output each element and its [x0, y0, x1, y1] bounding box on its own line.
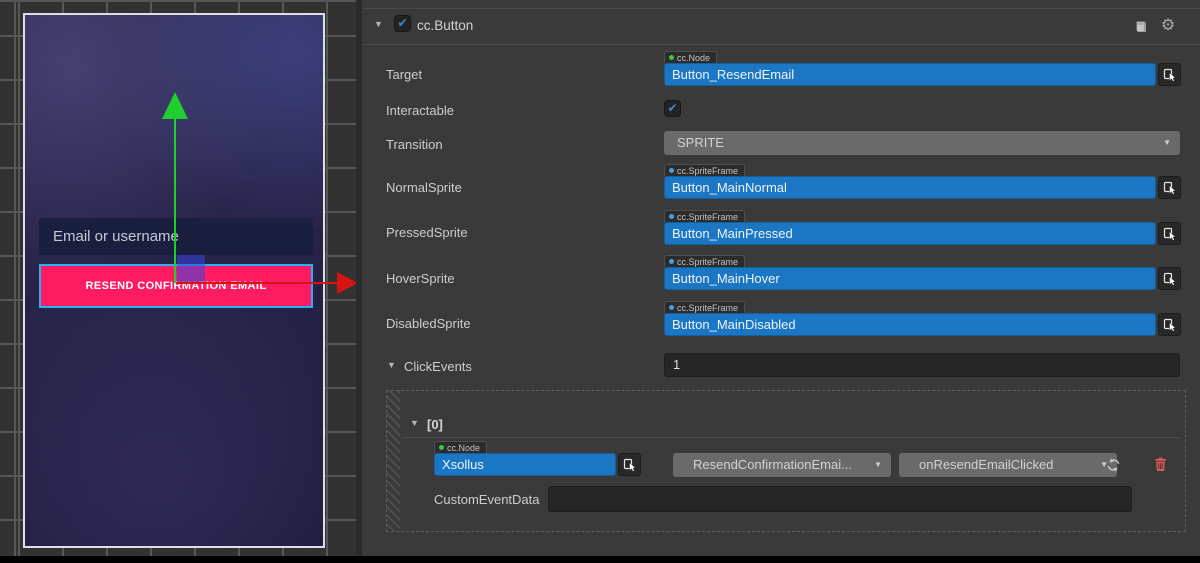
email-placeholder-text: Email or username — [53, 228, 179, 245]
resend-email-button-preview[interactable]: RESEND CONFIRMATION EMAIL — [39, 264, 313, 308]
normal-sprite-field[interactable]: Button_MainNormal — [664, 176, 1156, 199]
normal-sprite-ref: Button_MainNormal — [664, 176, 1181, 199]
scene-view[interactable]: Email or username RESEND CONFIRMATION EM… — [0, 0, 356, 563]
cocos-creator-editor: Email or username RESEND CONFIRMATION EM… — [0, 0, 1200, 563]
pressed-sprite-type-tag: cc.SpriteFrame — [664, 210, 745, 222]
gizmo-x-axis-line — [176, 282, 337, 284]
component-enabled-checkbox[interactable]: ✔ — [394, 15, 411, 32]
interactable-checkbox[interactable]: ✔ — [664, 100, 681, 117]
custom-event-data-label: CustomEventData — [434, 492, 540, 507]
trash-icon — [1154, 457, 1167, 472]
normal-sprite-type-tag: cc.SpriteFrame — [664, 164, 745, 176]
click-events-count-field[interactable]: 1 — [664, 353, 1180, 377]
separator — [362, 44, 1200, 45]
node-picker-cursor-icon — [1163, 318, 1177, 332]
event-handler-dropdown[interactable]: onResendEmailClicked ▼ — [899, 453, 1117, 477]
event-node-ref: Xsollus — [434, 453, 641, 476]
component-title: cc.Button — [417, 18, 473, 33]
gizmo-x-axis-arrow[interactable] — [337, 272, 358, 294]
gizmo-xy-plane-handle[interactable] — [177, 255, 205, 283]
target-label: Target — [386, 67, 422, 82]
spriteframe-type-dot-icon — [669, 305, 674, 310]
pressed-sprite-field[interactable]: Button_MainPressed — [664, 222, 1156, 245]
spriteframe-type-dot-icon — [669, 214, 674, 219]
target-picker-button[interactable] — [1158, 63, 1181, 86]
event-node-type-tag: cc.Node — [434, 441, 487, 453]
event-node-picker-button[interactable] — [618, 453, 641, 476]
node-type-dot-icon — [669, 55, 674, 60]
click-events-label: ClickEvents — [404, 359, 472, 374]
click-event-0-group: ▼ [0] cc.Node Xsollus ResendCon — [386, 390, 1186, 532]
email-input-preview[interactable]: Email or username — [39, 218, 313, 255]
hover-sprite-ref: Button_MainHover — [664, 267, 1181, 290]
separator — [402, 437, 1180, 438]
refresh-event-button[interactable] — [1103, 455, 1123, 475]
hover-sprite-picker-button[interactable] — [1158, 267, 1181, 290]
node-picker-cursor-icon — [623, 458, 637, 472]
node-picker-cursor-icon — [1163, 272, 1177, 286]
disabled-sprite-field[interactable]: Button_MainDisabled — [664, 313, 1156, 336]
delete-event-button[interactable] — [1151, 454, 1169, 474]
separator — [362, 8, 1200, 9]
node-picker-cursor-icon — [1163, 181, 1177, 195]
interactable-label: Interactable — [386, 103, 454, 118]
event-node-field[interactable]: Xsollus — [434, 453, 616, 476]
disabled-sprite-ref: Button_MainDisabled — [664, 313, 1181, 336]
event-0-expander-icon[interactable]: ▼ — [410, 418, 419, 428]
chevron-down-icon: ▼ — [874, 453, 882, 477]
chevron-down-icon: ▼ — [1163, 131, 1171, 155]
inspector-panel: ▼ ✔ cc.Button ⚙ Target cc.Node Button_Re… — [362, 0, 1200, 556]
book-icon — [1132, 19, 1149, 35]
gizmo-y-axis-arrow[interactable] — [162, 92, 188, 119]
node-type-dot-icon — [439, 445, 444, 450]
spriteframe-type-dot-icon — [669, 259, 674, 264]
target-node-field[interactable]: Button_ResendEmail — [664, 63, 1156, 86]
bottom-bar — [0, 556, 1200, 563]
pressed-sprite-picker-button[interactable] — [1158, 222, 1181, 245]
check-icon: ✔ — [397, 16, 407, 30]
hover-sprite-label: HoverSprite — [386, 271, 455, 286]
event-index-label: [0] — [427, 417, 443, 432]
gear-icon[interactable]: ⚙ — [1159, 17, 1177, 35]
target-type-tag: cc.Node — [664, 51, 717, 63]
target-ref: Button_ResendEmail — [664, 63, 1181, 86]
transition-label: Transition — [386, 137, 443, 152]
disabled-sprite-label: DisabledSprite — [386, 316, 471, 331]
node-picker-cursor-icon — [1163, 227, 1177, 241]
click-events-expander-icon[interactable]: ▼ — [387, 360, 396, 370]
hover-sprite-type-tag: cc.SpriteFrame — [664, 255, 745, 267]
event-component-dropdown[interactable]: ResendConfirmationEmai... ▼ — [673, 453, 891, 477]
gizmo-y-axis-line — [174, 117, 176, 283]
transition-dropdown[interactable]: SPRITE ▼ — [664, 131, 1180, 155]
normal-sprite-label: NormalSprite — [386, 180, 462, 195]
help-doc-icon[interactable] — [1130, 18, 1150, 36]
custom-event-data-input[interactable] — [548, 486, 1132, 512]
node-picker-cursor-icon — [1163, 68, 1177, 82]
hover-sprite-field[interactable]: Button_MainHover — [664, 267, 1156, 290]
disabled-sprite-picker-button[interactable] — [1158, 313, 1181, 336]
normal-sprite-picker-button[interactable] — [1158, 176, 1181, 199]
refresh-icon — [1105, 457, 1122, 473]
component-expander-icon[interactable]: ▼ — [374, 19, 383, 29]
pressed-sprite-ref: Button_MainPressed — [664, 222, 1181, 245]
pressed-sprite-label: PressedSprite — [386, 225, 468, 240]
group-hatch-border — [387, 391, 400, 531]
check-icon: ✔ — [667, 101, 677, 115]
disabled-sprite-type-tag: cc.SpriteFrame — [664, 301, 745, 313]
spriteframe-type-dot-icon — [669, 168, 674, 173]
